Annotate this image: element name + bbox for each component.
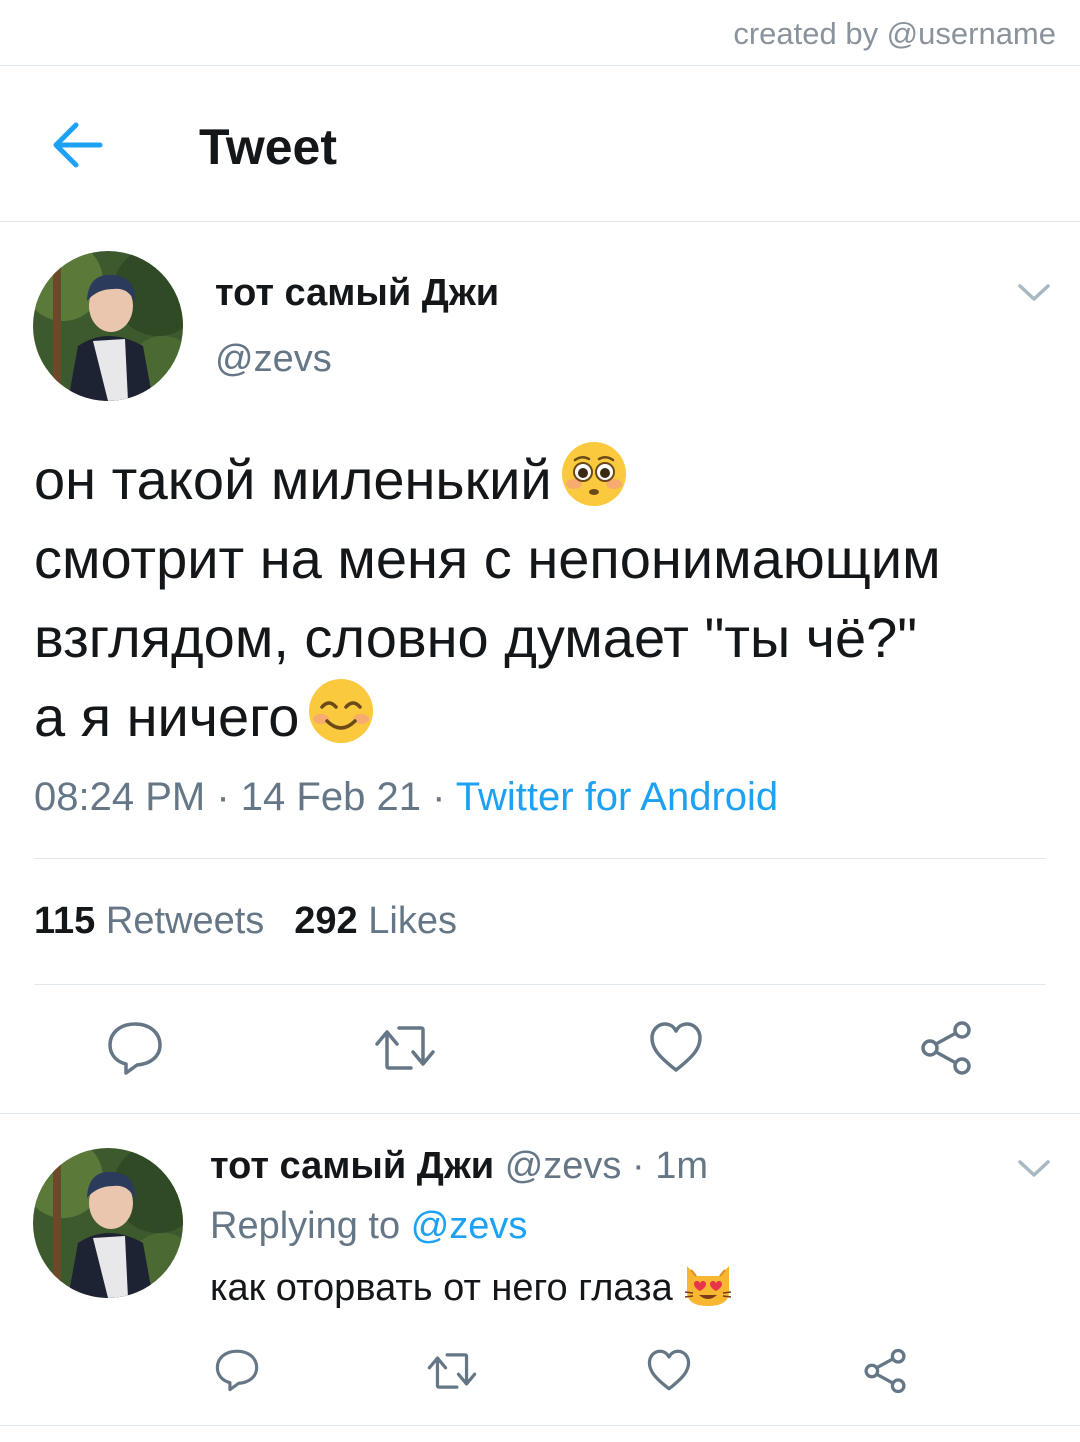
reply-author-name[interactable]: тот самый Джи — [210, 1145, 494, 1187]
tweet-line: а я ничего — [34, 677, 941, 756]
like-heart-icon[interactable] — [648, 1020, 704, 1079]
tweet-text: он такой миленький смотрит на меня с неп… — [34, 440, 941, 756]
tweet-source-link[interactable]: Twitter for Android — [456, 775, 778, 819]
retweet-icon[interactable] — [373, 1022, 437, 1079]
reply-text: как оторвать от него глаза — [210, 1262, 733, 1318]
retweets-label: Retweets — [105, 900, 265, 942]
heart-eyes-cat-emoji — [683, 1262, 733, 1318]
tweet-date: 14 Feb 21 — [240, 775, 421, 819]
back-arrow-icon[interactable] — [48, 120, 108, 170]
likes-label: Likes — [368, 900, 457, 942]
reply-author-handle[interactable]: @zevs — [505, 1145, 622, 1187]
divider — [34, 984, 1046, 985]
retweets-count: 115 — [34, 900, 96, 942]
divider — [34, 858, 1046, 859]
divider — [0, 1425, 1080, 1426]
reply-time-ago: 1m — [655, 1145, 708, 1187]
reply-header: тот самый Джи @zevs · 1m — [210, 1145, 708, 1188]
top-app-bar: Tweet — [0, 66, 1080, 222]
divider — [0, 1113, 1080, 1114]
tweet-stats: 115 Retweets 292 Likes — [34, 900, 457, 943]
replying-to-label: Replying to — [210, 1205, 401, 1247]
credit-bar: created by @username — [0, 0, 1080, 66]
likes-stat[interactable]: 292 Likes — [294, 900, 457, 942]
tweet-line: взглядом, словно думает "ты чё?" — [34, 606, 918, 669]
credit-text: created by @username — [733, 16, 1056, 51]
author-handle[interactable]: @zevs — [215, 338, 332, 381]
smiling-face-emoji — [307, 677, 375, 765]
share-icon[interactable] — [918, 1020, 974, 1081]
reply-avatar[interactable] — [33, 1148, 183, 1298]
meta-separator: · — [631, 1145, 645, 1187]
chevron-down-icon[interactable] — [1016, 280, 1052, 304]
reply-like-heart-icon[interactable] — [646, 1348, 692, 1397]
page-title: Tweet — [199, 119, 337, 175]
replying-to-handle[interactable]: @zevs — [411, 1205, 528, 1247]
avatar[interactable] — [33, 251, 183, 401]
likes-count: 292 — [294, 900, 358, 942]
reply-share-icon[interactable] — [862, 1348, 908, 1399]
reply-chevron-down-icon[interactable] — [1016, 1156, 1052, 1180]
reply-icon[interactable] — [106, 1020, 164, 1081]
replying-to: Replying to @zevs — [210, 1205, 527, 1248]
meta-separator: · — [432, 775, 446, 819]
meta-separator: · — [216, 775, 230, 819]
tweet-line: смотрит на меня с непонимающим — [34, 527, 941, 590]
reply-reply-icon[interactable] — [214, 1348, 260, 1397]
reply-retweet-icon[interactable] — [426, 1350, 478, 1397]
tweet-meta: 08:24 PM · 14 Feb 21 · Twitter for Andro… — [34, 775, 778, 820]
tweet-time: 08:24 PM — [34, 775, 206, 819]
author-name[interactable]: тот самый Джи — [215, 272, 499, 315]
retweets-stat[interactable]: 115 Retweets — [34, 900, 264, 942]
flushed-face-emoji — [560, 440, 628, 528]
tweet-line: он такой миленький — [34, 440, 941, 519]
